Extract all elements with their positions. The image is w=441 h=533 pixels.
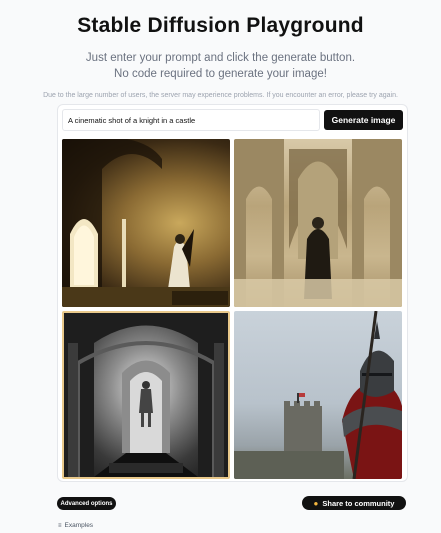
generated-image-2[interactable] [234, 139, 402, 307]
list-icon: ≡ [58, 523, 62, 529]
image-4-scene [234, 311, 402, 479]
image-2-scene [234, 139, 402, 307]
generate-image-button[interactable]: Generate image [324, 110, 403, 130]
page-title: Stable Diffusion Playground [77, 14, 364, 37]
share-label: Share to community [322, 498, 395, 508]
subtitle-line-1: Just enter your prompt and click the gen… [85, 52, 356, 64]
generated-image-3[interactable] [62, 311, 230, 479]
share-to-community-button[interactable]: ● Share to community [302, 496, 406, 510]
generated-image-1[interactable] [62, 139, 230, 307]
generated-image-4[interactable] [234, 311, 402, 479]
subtitle-line-2: No code required to generate your image! [114, 68, 327, 80]
image-1-scene [62, 139, 230, 307]
server-notice: Due to the large number of users, the se… [43, 92, 398, 99]
examples-toggle[interactable]: ≡ Examples [58, 522, 93, 529]
prompt-input[interactable] [62, 109, 320, 131]
advanced-options-button[interactable]: Advanced options [57, 497, 116, 510]
examples-label: Examples [64, 522, 94, 529]
community-icon: ● [313, 498, 319, 508]
playground-panel: Generate image [57, 104, 408, 482]
prompt-row: Generate image [62, 109, 403, 131]
image-3-scene [64, 313, 228, 477]
